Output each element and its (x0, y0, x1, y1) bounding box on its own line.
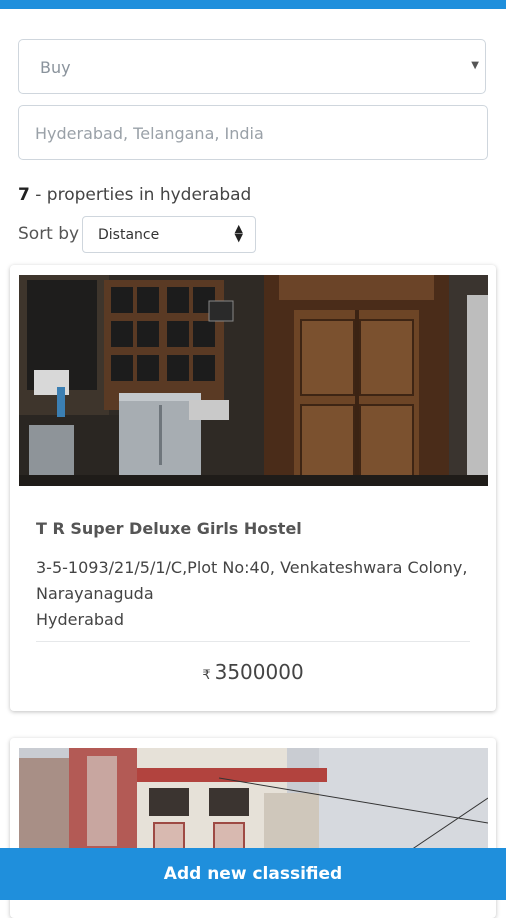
listing-photo-image (19, 275, 488, 486)
listing-city: Hyderabad (36, 610, 124, 629)
sort-value: Distance (98, 227, 160, 243)
listing-card[interactable]: T R Super Deluxe Girls Hostel 3-5-1093/2… (10, 265, 496, 711)
top-accent-bar (0, 0, 506, 9)
sort-select[interactable]: Distance ▲ ▼ (82, 216, 256, 253)
listing-type-value: Buy (40, 58, 71, 77)
card-divider (36, 641, 470, 642)
listing-price-value: 3500000 (214, 660, 304, 684)
listing-photo-image (19, 748, 488, 858)
listing-title[interactable]: T R Super Deluxe Girls Hostel (36, 519, 302, 538)
results-count-text: - properties in hyderabad (29, 185, 252, 205)
listing-photo[interactable] (19, 275, 488, 486)
chevron-down-icon: ▼ (471, 60, 479, 71)
listing-address-line2: Narayanaguda (36, 584, 154, 603)
location-input[interactable]: Hyderabad, Telangana, India (18, 105, 488, 160)
sort-arrows-icon: ▲ ▼ (234, 222, 243, 244)
listing-photo[interactable] (19, 748, 488, 858)
rupee-icon: ₹ (202, 668, 211, 683)
listing-price: ₹3500000 (10, 660, 496, 684)
results-count: 7 - properties in hyderabad (18, 185, 251, 205)
sort-label: Sort by (18, 224, 80, 244)
listing-type-select[interactable]: Buy ▼ (18, 39, 486, 94)
add-classified-button[interactable]: Add new classified (0, 848, 506, 900)
listing-address: 3-5-1093/21/5/1/C,Plot No:40, Venkateshw… (36, 555, 476, 633)
results-count-number: 7 (18, 185, 30, 205)
location-placeholder: Hyderabad, Telangana, India (35, 124, 264, 143)
listing-address-line1: 3-5-1093/21/5/1/C,Plot No:40, Venkateshw… (36, 558, 468, 577)
